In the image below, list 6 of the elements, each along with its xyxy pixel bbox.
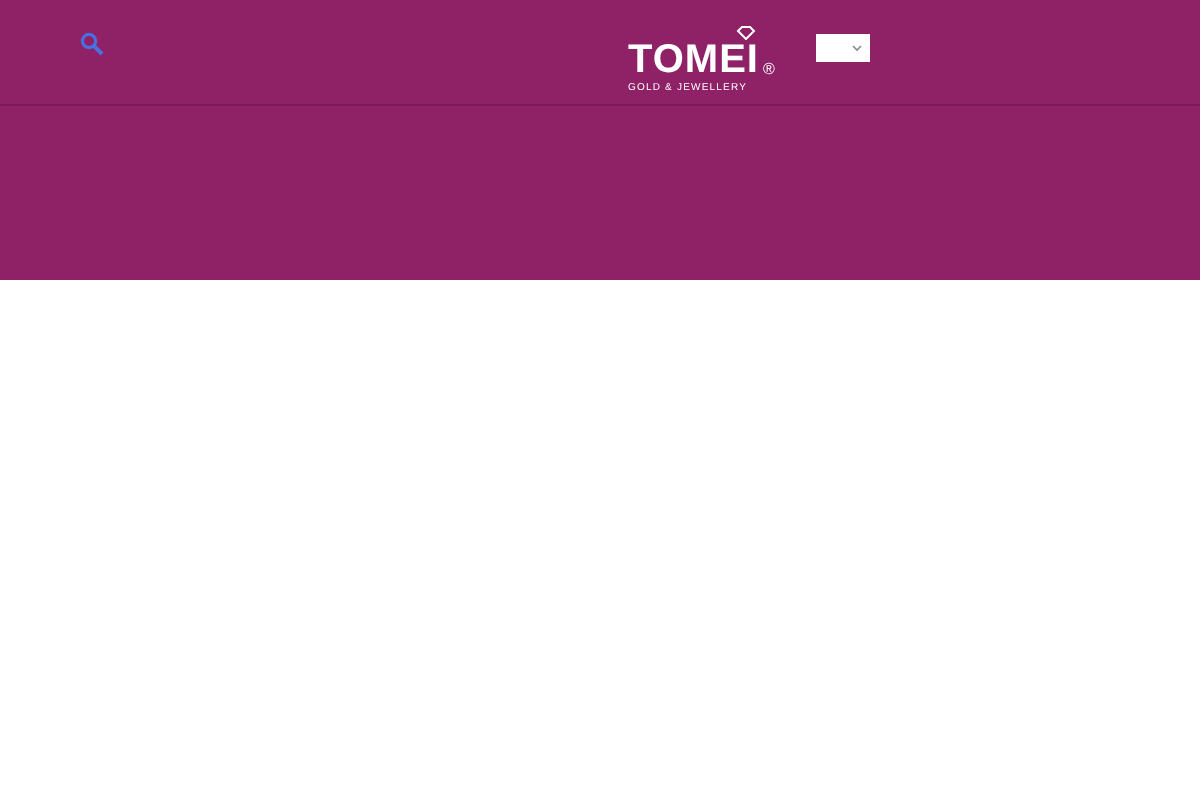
registered-mark: ®: [762, 62, 775, 78]
language-select[interactable]: [816, 34, 871, 62]
search-icon[interactable]: [80, 32, 104, 56]
chevron-icon: [852, 44, 863, 52]
logo-text[interactable]: TOMEI: [628, 40, 759, 80]
diamond-icon: [736, 26, 756, 40]
